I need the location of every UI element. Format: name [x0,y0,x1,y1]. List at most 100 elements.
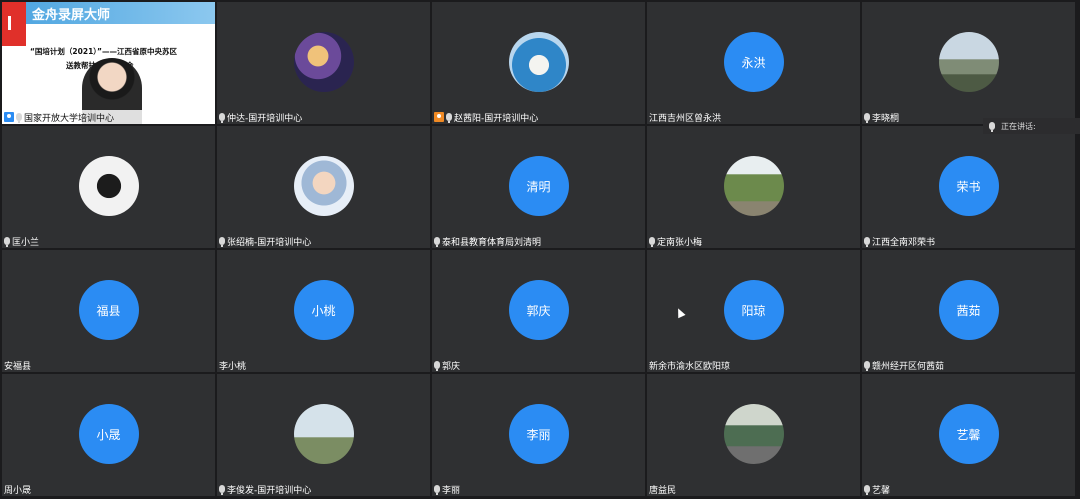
participant-name: 国家开放大学培训中心 [24,113,115,124]
screen-share-tile[interactable]: 金舟录屏大师 “国培计划（2021）”——江西省原中央苏区 送教帮扶——调研会 … [2,2,215,124]
participant-name: 艺馨 [872,485,891,496]
participant-name: 定南张小梅 [657,237,703,248]
participant-avatar: 清明 [508,156,569,216]
participant-name: 安福县 [4,361,32,372]
participant-name: 李丽 [442,485,461,496]
participant-namebar: 匡小兰 [2,234,41,248]
participant-avatar [293,32,354,92]
participant-name: 赣州经开区何茜茹 [872,361,945,372]
participant-tile[interactable]: 福县安福县 [2,250,215,372]
participant-tile[interactable]: 小桃李小桃 [217,250,430,372]
mic-icon [989,122,995,132]
participant-avatar [723,404,784,464]
participant-tile[interactable]: 小晟周小晟 [2,374,215,496]
participant-avatar [293,156,354,216]
participant-avatar: 小晟 [78,404,139,464]
mic-icon [864,485,870,495]
mic-icon [864,237,870,247]
recorder-brand: 金舟录屏大师 [32,8,111,23]
participant-tile[interactable]: 唐益民 [647,374,860,496]
participant-namebar: 李晓桐 [862,110,901,124]
speaking-label: 正在讲话: [1001,121,1036,131]
participant-avatar: 艺馨 [938,404,999,464]
participant-namebar: 新余市渝水区欧阳琼 [647,358,732,372]
mic-icon [434,237,440,247]
participant-tile[interactable]: 李丽 李丽 [432,374,645,496]
participant-name: 李小桃 [219,361,247,372]
participant-namebar: 赣州经开区何茜茹 [862,358,946,372]
participant-tile[interactable]: 荣书江西全南邓荣书 [862,126,1075,248]
participant-tile[interactable]: 定南张小梅 [647,126,860,248]
avatar-initials: 荣书 [956,179,981,194]
participant-namebar: 李小桃 [217,358,248,372]
participant-namebar: 郭庆 [432,358,462,372]
participant-name: 李晓桐 [872,113,900,124]
participant-tile[interactable]: 匡小兰 [2,126,215,248]
participant-avatar: 阳琼 [723,280,784,340]
participant-tile[interactable]: 郭庆 郭庆 [432,250,645,372]
mic-icon [219,237,225,247]
participant-namebar: 赵茜阳-国开培训中心 [432,110,540,124]
participant-namebar: 张绍楠-国开培训中心 [217,234,313,248]
participant-name: 江西吉州区曾永洪 [649,113,722,124]
participant-namebar: 李丽 [432,482,462,496]
participant-avatar: 荣书 [938,156,999,216]
participant-namebar: 定南张小梅 [647,234,704,248]
mic-icon [16,113,22,123]
participant-tile[interactable]: 仲达-国开培训中心 [217,2,430,124]
mic-icon [864,361,870,371]
mic-icon [864,113,870,123]
participant-tile[interactable]: 永洪江西吉州区曾永洪 [647,2,860,124]
participant-namebar: 唐益民 [647,482,678,496]
avatar-initials: 福县 [96,303,121,318]
avatar-initials: 小桃 [311,303,336,318]
participant-namebar: 李俊发-国开培训中心 [217,482,313,496]
participant-avatar [293,404,354,464]
participant-tile[interactable]: 李俊发-国开培训中心 [217,374,430,496]
participant-name: 李俊发-国开培训中心 [227,485,312,496]
mic-icon [219,113,225,123]
participant-namebar: 泰和县教育体育局刘清明 [432,234,543,248]
participant-namebar: 江西全南邓荣书 [862,234,937,248]
avatar-initials: 清明 [526,179,551,194]
participant-tile[interactable]: 艺馨 艺馨 [862,374,1075,496]
participant-name: 郭庆 [442,361,461,372]
participant-name: 唐益民 [649,485,677,496]
mic-icon [219,485,225,495]
participant-avatar [78,156,139,216]
speaking-indicator: 正在讲话: [983,118,1080,134]
participant-avatar: 茜茹 [938,280,999,340]
participant-tile[interactable]: 李晓桐 [862,2,1075,124]
avatar-initials: 郭庆 [526,303,551,318]
participant-name: 仲达-国开培训中心 [227,113,303,124]
participant-name: 赵茜阳-国开培训中心 [454,113,539,124]
participant-name: 匡小兰 [12,237,40,248]
participant-name: 周小晟 [4,485,32,496]
participant-avatar [508,32,569,92]
participant-avatar [723,156,784,216]
participant-namebar: 江西吉州区曾永洪 [647,110,723,124]
mic-icon [434,485,440,495]
host-icon [4,112,14,122]
participant-namebar: 周小晟 [2,482,33,496]
participant-avatar [938,32,999,92]
participant-namebar: 仲达-国开培训中心 [217,110,304,124]
participant-avatar: 李丽 [508,404,569,464]
mic-icon [434,361,440,371]
mic-icon [649,237,655,247]
participant-namebar: 安福县 [2,358,33,372]
share-title-line1: “国培计划（2021）”——江西省原中央苏区 [30,47,177,56]
participant-avatar: 永洪 [723,32,784,92]
recorder-logo-icon [2,2,26,46]
participant-tile[interactable]: 茜茹赣州经开区何茜茹 [862,250,1075,372]
participant-namebar: 艺馨 [862,482,892,496]
host-icon [434,112,444,122]
avatar-initials: 小晟 [96,427,121,442]
mic-icon [4,237,10,247]
participant-avatar: 郭庆 [508,280,569,340]
share-namebar: 国家开放大学培训中心 [2,110,215,124]
participant-tile[interactable]: 赵茜阳-国开培训中心 [432,2,645,124]
participant-tile[interactable]: 张绍楠-国开培训中心 [217,126,430,248]
video-grid: 金舟录屏大师 “国培计划（2021）”——江西省原中央苏区 送教帮扶——调研会 … [0,0,1080,499]
participant-tile[interactable]: 清明泰和县教育体育局刘清明 [432,126,645,248]
